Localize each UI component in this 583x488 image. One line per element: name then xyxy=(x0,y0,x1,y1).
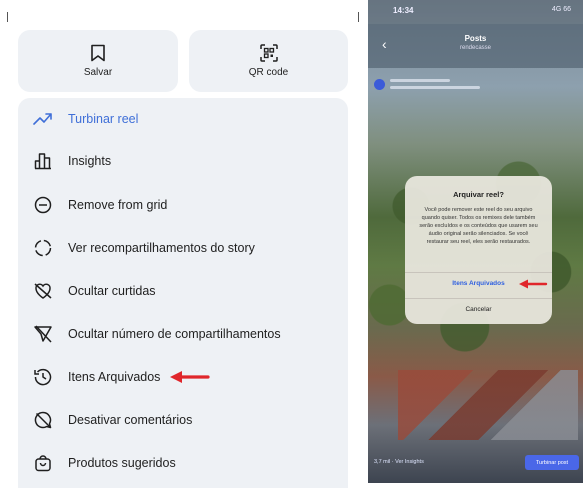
archive-dialog: Arquivar reel? Você pode remover este re… xyxy=(405,176,552,324)
blurred-text xyxy=(390,79,450,82)
menu-item-ocultar-curtidas[interactable]: Ocultar curtidas xyxy=(18,276,348,306)
qr-code-icon xyxy=(259,44,278,62)
menu-item-label: Itens Arquivados xyxy=(68,370,161,384)
cancel-button[interactable]: Cancelar xyxy=(405,306,552,313)
minus-circle-icon xyxy=(32,194,54,216)
menu-item-turbinar-reel[interactable]: Turbinar reel xyxy=(18,104,348,134)
dashed-circle-icon xyxy=(32,237,54,259)
crop-mark xyxy=(7,12,8,22)
shopping-bag-icon xyxy=(32,452,54,474)
avatar[interactable] xyxy=(374,79,385,90)
bookmark-icon xyxy=(91,44,105,62)
menu-item-label: Desativar comentários xyxy=(68,413,193,427)
red-arrow-icon xyxy=(170,371,210,383)
menu-item-label: Produtos sugeridos xyxy=(68,456,176,470)
menu-item-desativar-comentarios[interactable]: Desativar comentários xyxy=(18,405,348,435)
archive-clock-icon xyxy=(32,366,54,388)
post-author-row xyxy=(372,75,572,95)
boost-post-button[interactable]: Turbinar post xyxy=(525,455,579,470)
dialog-divider xyxy=(405,272,552,273)
view-insights-link[interactable]: 3,7 mil · Ver Insights xyxy=(374,459,424,465)
menu-item-label: Insights xyxy=(68,154,112,168)
menu-item-label: Ver recompartilhamentos do story xyxy=(68,241,255,255)
menu-item-label: Turbinar reel xyxy=(68,112,139,126)
blurred-text xyxy=(390,86,480,89)
post-bottom-bar: 3,7 mil · Ver Insights Turbinar post xyxy=(368,452,583,474)
heart-off-icon xyxy=(32,280,54,302)
phone-screenshot: 14:34 4G 66 ‹ Posts rendecasse Arquivar … xyxy=(368,0,583,483)
menu-item-label: Ocultar curtidas xyxy=(68,284,156,298)
posts-header: ‹ Posts rendecasse xyxy=(368,24,583,68)
dialog-divider xyxy=(405,298,552,299)
menu-item-itens-arquivados[interactable]: Itens Arquivados xyxy=(18,362,348,392)
qr-code-button[interactable]: QR code xyxy=(189,30,348,92)
dialog-title: Arquivar reel? xyxy=(453,190,504,199)
trending-up-icon xyxy=(32,108,54,130)
bar-chart-icon xyxy=(32,150,54,172)
save-label: Salvar xyxy=(83,67,113,78)
status-signal: 4G 66 xyxy=(551,6,571,13)
header-subtitle: rendecasse xyxy=(459,45,492,51)
send-off-icon xyxy=(32,323,54,345)
menu-item-label: Remove from grid xyxy=(68,198,168,212)
menu-item-insights[interactable]: Insights xyxy=(18,146,348,176)
menu-item-ver-recompartilhamentos[interactable]: Ver recompartilhamentos do story xyxy=(18,233,348,263)
options-sheet: Salvar QR code Turbinar reel Insights Re… xyxy=(0,0,365,488)
qr-code-label: QR code xyxy=(248,67,289,78)
status-bar: 14:34 4G 66 xyxy=(368,0,583,24)
save-button[interactable]: Salvar xyxy=(18,30,178,92)
red-arrow-icon xyxy=(519,279,548,289)
header-title: Posts xyxy=(464,34,487,43)
menu-item-label: Ocultar número de compartilhamentos xyxy=(68,327,281,341)
crop-mark xyxy=(358,12,359,22)
options-menu: Turbinar reel Insights Remove from grid … xyxy=(18,98,348,488)
menu-item-ocultar-compartilhamentos[interactable]: Ocultar número de compartilhamentos xyxy=(18,319,348,349)
dialog-body: Você pode remover este reel do seu arqui… xyxy=(419,207,538,245)
comment-off-icon xyxy=(32,409,54,431)
status-time: 14:34 xyxy=(393,6,414,15)
aerial-photo-roofs xyxy=(398,370,578,440)
menu-item-produtos-sugeridos[interactable]: Produtos sugeridos xyxy=(18,448,348,478)
menu-item-remove-from-grid[interactable]: Remove from grid xyxy=(18,190,348,220)
